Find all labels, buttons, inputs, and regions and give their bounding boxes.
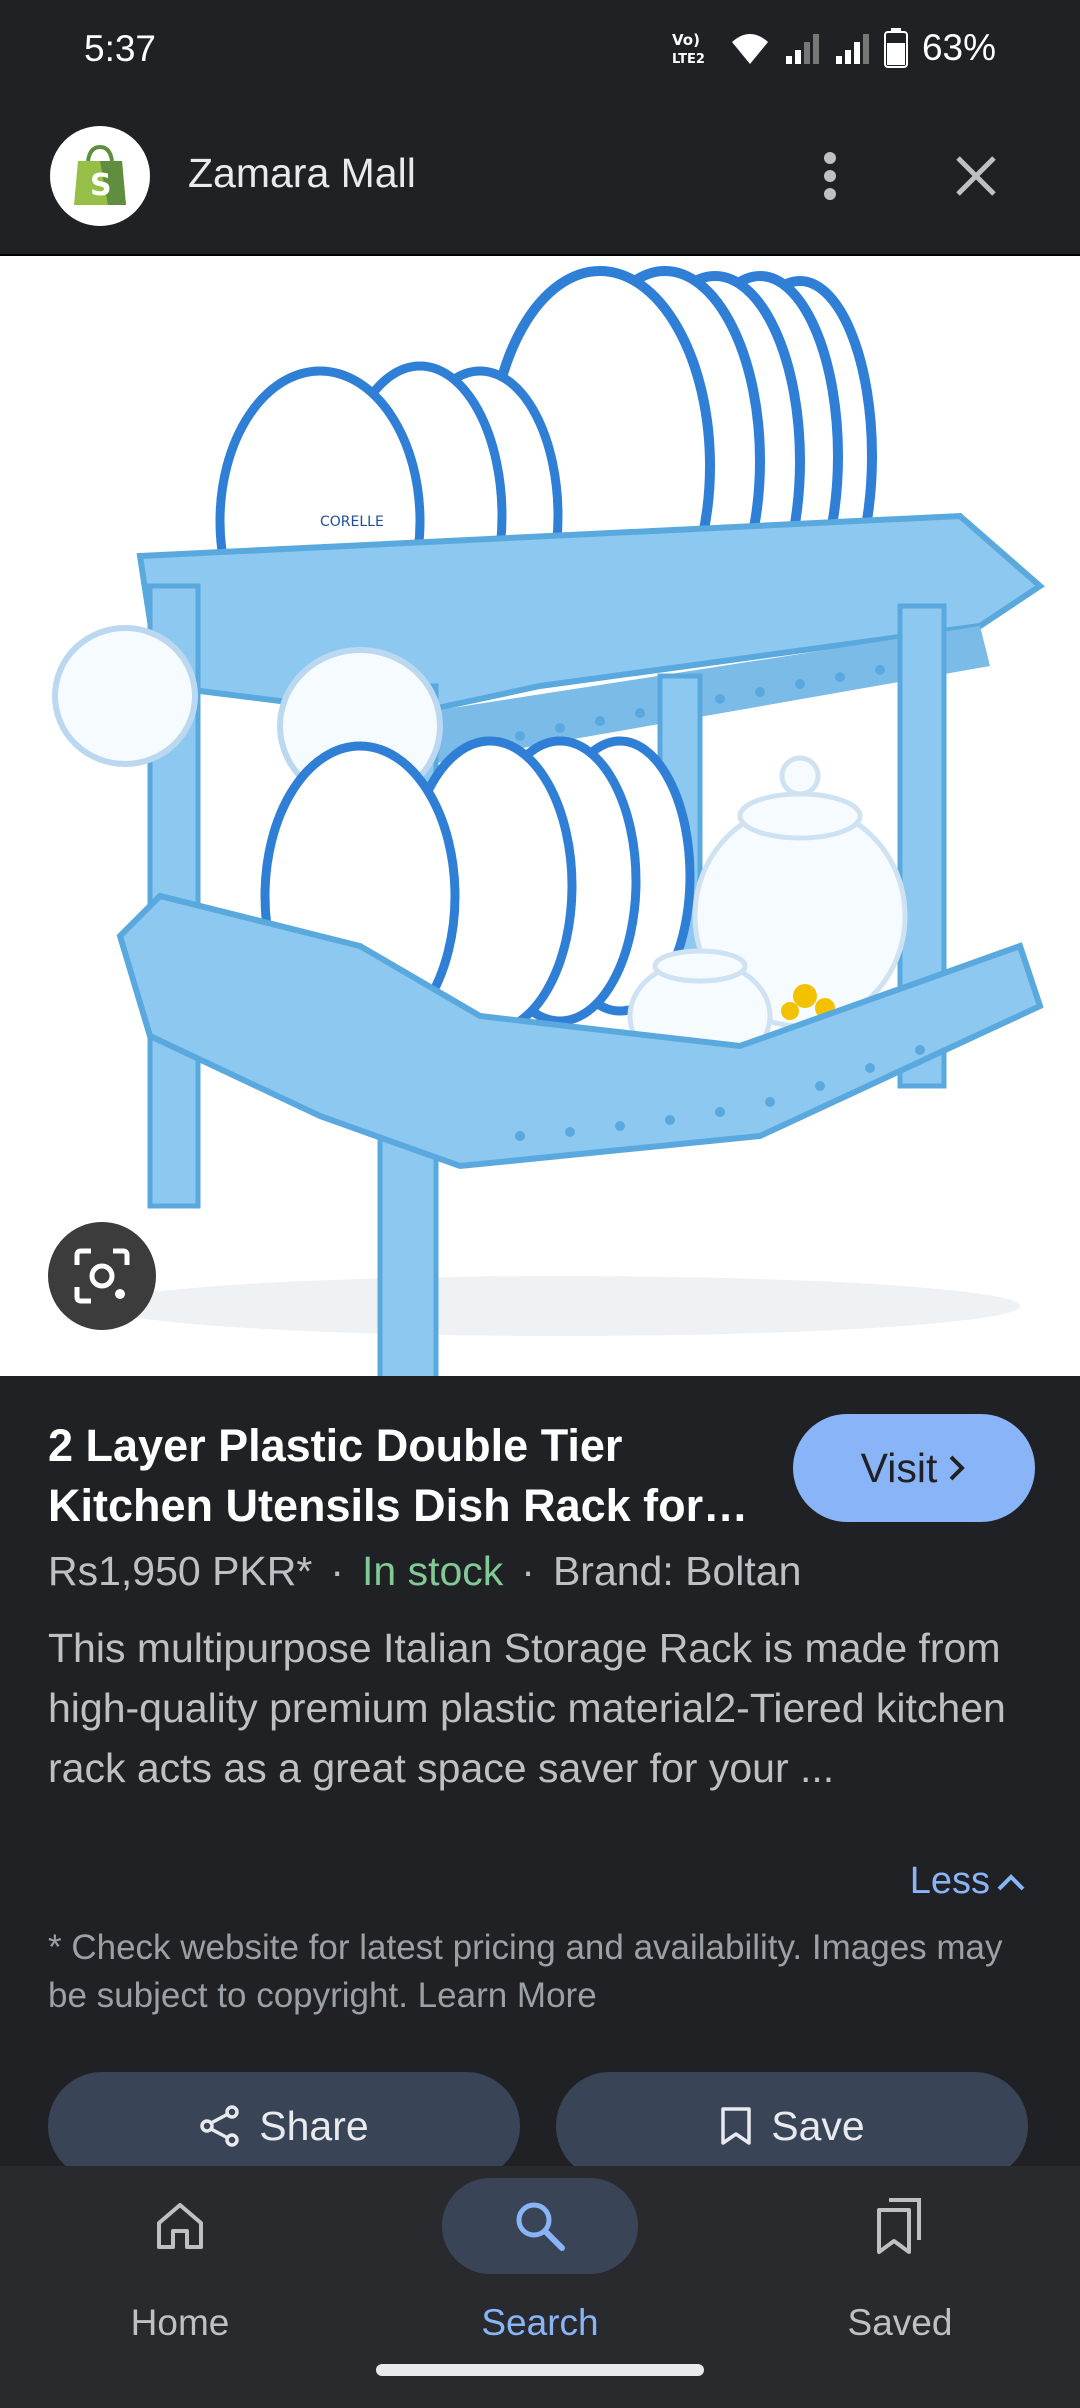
less-label: Less	[909, 1860, 990, 1902]
google-lens-button[interactable]	[48, 1222, 156, 1330]
less-toggle[interactable]: Less	[910, 1860, 1026, 1903]
nav-saved[interactable]: Saved	[780, 2166, 1020, 2366]
saved-icon	[802, 2178, 998, 2274]
stock-status: In stock	[362, 1548, 504, 1594]
status-icons: Vo) LTE2 63%	[670, 26, 996, 70]
status-time: 5:37	[84, 28, 157, 69]
save-button[interactable]: Save	[556, 2072, 1028, 2180]
dish-rack-image: CORELLE	[0, 256, 1080, 1376]
save-label: Save	[771, 2102, 865, 2149]
visit-button[interactable]: Visit	[793, 1414, 1035, 1522]
home-icon	[82, 2178, 278, 2274]
svg-text:LTE2: LTE2	[672, 52, 705, 67]
brand: Brand: Boltan	[552, 1548, 802, 1594]
product-title[interactable]: 2 Layer Plastic Double Tier Kitchen Uten…	[48, 1416, 768, 1536]
svg-text:Vo): Vo)	[672, 31, 700, 49]
nav-search-label: Search	[481, 2302, 599, 2343]
site-name: Zamara Mall	[188, 150, 416, 196]
share-label: Share	[259, 2102, 369, 2149]
nav-home-label: Home	[130, 2302, 230, 2343]
chevron-right-icon	[949, 1455, 966, 1481]
share-button[interactable]: Share	[48, 2072, 520, 2180]
disclaimer: * Check website for latest pricing and a…	[48, 1924, 1038, 2020]
learn-more-link[interactable]: Learn More	[418, 1976, 597, 2015]
lens-icon	[74, 1248, 130, 1304]
nav-home[interactable]: Home	[60, 2166, 300, 2366]
product-meta: Rs1,950 PKR* · In stock · Brand: Boltan	[48, 1548, 801, 1595]
nav-search[interactable]: Search	[420, 2166, 660, 2366]
product-description: This multipurpose Italian Storage Rack i…	[48, 1625, 1006, 1791]
bookmark-icon	[721, 2107, 752, 2145]
battery-percentage: 63%	[921, 27, 996, 68]
separator-dot: ·	[521, 1548, 535, 1594]
product-info: 2 Layer Plastic Double Tier Kitchen Uten…	[0, 1376, 1080, 2180]
wifi-icon	[731, 34, 768, 64]
volte-icon: Vo) LTE2	[672, 31, 705, 67]
status-bar: 5:37 Vo) LTE2 63%	[0, 0, 1080, 98]
home-indicator[interactable]	[376, 2364, 704, 2376]
product-image[interactable]: CORELLE	[0, 256, 1080, 1376]
shopify-bag-icon: S	[74, 144, 126, 205]
chevron-up-icon	[997, 1873, 1025, 1890]
search-icon	[442, 2178, 638, 2274]
share-icon	[200, 2105, 240, 2147]
close-icon[interactable]	[944, 144, 1008, 208]
signal-icon-2	[835, 34, 869, 64]
site-header: S Zamara Mall	[0, 98, 1080, 256]
site-logo[interactable]: S	[50, 126, 150, 226]
svg-text:S: S	[90, 168, 112, 203]
price: Rs1,950 PKR*	[48, 1548, 313, 1594]
nav-saved-label: Saved	[847, 2302, 953, 2343]
more-vert-icon[interactable]	[800, 144, 860, 208]
plate-brand-label: CORELLE	[320, 514, 384, 530]
signal-icon	[785, 34, 819, 64]
separator-dot: ·	[330, 1548, 345, 1594]
visit-label: Visit	[860, 1444, 938, 1491]
battery-icon	[883, 28, 908, 68]
